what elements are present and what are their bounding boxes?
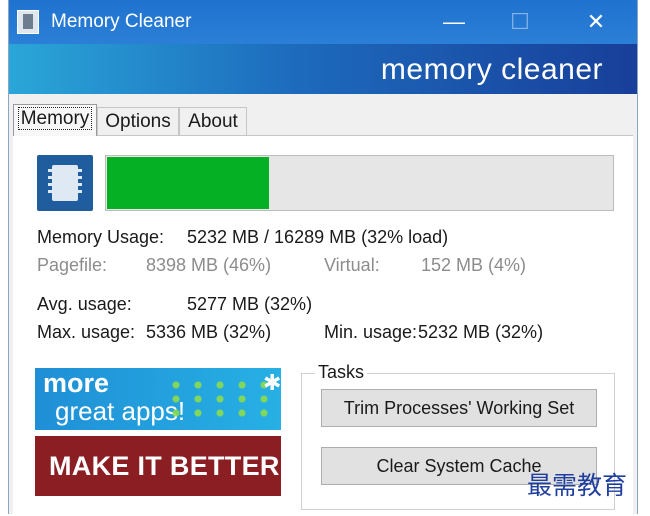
banner-title: memory cleaner (380, 53, 603, 86)
window-title: Memory Cleaner (51, 11, 192, 32)
ad-dots-decoration (165, 378, 275, 418)
header-banner: memory cleaner (9, 44, 637, 94)
close-button[interactable]: ✕ (573, 8, 619, 36)
tasks-legend: Tasks (315, 362, 368, 383)
min-usage-value: 5232 MB (32%) (418, 322, 544, 342)
watermark-text: 最需教育 (527, 471, 628, 500)
title-bar[interactable]: Memory Cleaner — ☐ ✕ (9, 0, 637, 44)
pagefile-label: Pagefile: (37, 255, 108, 275)
avg-usage-label: Avg. usage: (37, 294, 132, 314)
tab-memory[interactable]: Memory (13, 104, 97, 136)
tab-options[interactable]: Options (97, 107, 179, 135)
sparkle-icon: ✱ (263, 370, 281, 395)
memory-cleaner-window: Memory Cleaner — ☐ ✕ memory cleaner Memo… (8, 0, 638, 516)
maximize-button[interactable]: ☐ (497, 8, 543, 36)
pagefile-value: 8398 MB (46%) (146, 255, 272, 275)
trim-working-set-button[interactable]: Trim Processes' Working Set (321, 389, 597, 427)
max-usage-value: 5336 MB (32%) (146, 322, 272, 342)
make-it-better-banner[interactable]: MAKE IT BETTER (35, 436, 281, 496)
make-it-better-text: MAKE IT BETTER (49, 451, 280, 481)
more-great-apps-banner[interactable]: more great apps! ✱ (35, 368, 281, 430)
max-usage-label: Max. usage: (37, 322, 136, 342)
memory-usage-progress-bar (105, 155, 614, 211)
virtual-label: Virtual: (324, 255, 380, 275)
memory-usage-value: 5232 MB / 16289 MB (32% load) (187, 227, 449, 247)
tab-memory-label: Memory (17, 107, 93, 130)
memory-chip-icon (37, 155, 93, 211)
min-usage-label: Min. usage: (324, 322, 418, 342)
virtual-value: 152 MB (4%) (421, 255, 527, 275)
tab-about[interactable]: About (179, 107, 247, 135)
minimize-button[interactable]: — (431, 8, 477, 36)
ad-line-more: more (43, 368, 110, 398)
memory-usage-label: Memory Usage: (37, 227, 165, 247)
app-icon (17, 10, 39, 34)
memory-usage-progress-fill (107, 157, 269, 209)
avg-usage-value: 5277 MB (32%) (187, 294, 313, 314)
